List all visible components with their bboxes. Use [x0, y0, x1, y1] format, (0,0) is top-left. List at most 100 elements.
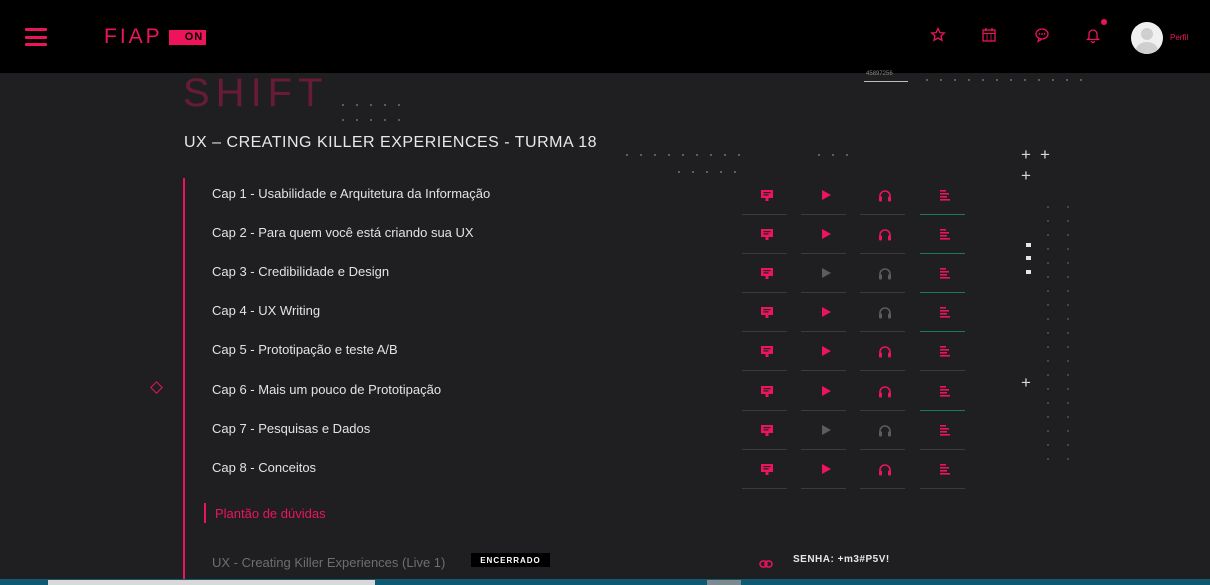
- plus-icon: +: [1021, 166, 1031, 185]
- scrollbar-thumb[interactable]: [48, 580, 375, 585]
- text-icon[interactable]: [925, 422, 965, 438]
- chapter-title[interactable]: Cap 3 - Credibilidade e Design: [212, 264, 389, 279]
- chapter-title[interactable]: Cap 7 - Pesquisas e Dados: [212, 421, 370, 436]
- text-icon[interactable]: [925, 304, 965, 320]
- play-icon[interactable]: [806, 304, 846, 320]
- live-password: SENHA: +m3#P5V!: [793, 554, 890, 565]
- slides-icon[interactable]: [747, 226, 787, 242]
- progress-line: [920, 331, 965, 332]
- plantao-marker: [204, 503, 206, 523]
- section-title: SHIFT: [183, 71, 329, 115]
- profile-label[interactable]: Perfil: [1170, 33, 1188, 42]
- progress-line: [860, 253, 905, 254]
- play-icon[interactable]: [806, 343, 846, 359]
- text-icon[interactable]: [925, 265, 965, 281]
- scrollbar-marker: [707, 580, 741, 585]
- slides-icon[interactable]: [747, 187, 787, 203]
- text-icon[interactable]: [925, 187, 965, 203]
- decor-dots: [1066, 200, 1070, 460]
- slides-icon[interactable]: [747, 383, 787, 399]
- slides-icon[interactable]: [747, 304, 787, 320]
- play-icon[interactable]: [806, 383, 846, 399]
- notification-dot: [1101, 19, 1107, 25]
- slides-icon[interactable]: [747, 343, 787, 359]
- slides-icon[interactable]: [747, 461, 787, 477]
- progress-line: [920, 370, 965, 371]
- chapter-title[interactable]: Cap 5 - Prototipação e teste A/B: [212, 342, 398, 357]
- live-title[interactable]: UX - Creating Killer Experiences (Live 1…: [212, 555, 445, 570]
- text-icon[interactable]: [925, 226, 965, 242]
- progress-line: [860, 488, 905, 489]
- logo-badge-text: ON: [184, 30, 204, 43]
- headphones-icon[interactable]: [865, 343, 905, 359]
- progress-line: [860, 370, 905, 371]
- progress-line: [742, 253, 787, 254]
- progress-line: [860, 410, 905, 411]
- fiap-on-logo[interactable]: FIAP ON: [104, 25, 207, 48]
- status-badge: ENCERRADO: [471, 553, 550, 567]
- headphones-icon[interactable]: [865, 265, 905, 281]
- decor-dots: [672, 170, 746, 174]
- avatar[interactable]: [1131, 22, 1163, 54]
- headphones-icon[interactable]: [865, 383, 905, 399]
- headphones-icon[interactable]: [865, 461, 905, 477]
- text-icon[interactable]: [925, 343, 965, 359]
- calendar-icon[interactable]: [980, 26, 998, 44]
- progress-line: [801, 292, 846, 293]
- plantao-link[interactable]: Plantão de dúvidas: [215, 506, 326, 521]
- slides-icon[interactable]: [747, 422, 787, 438]
- progress-line: [801, 449, 846, 450]
- slides-icon[interactable]: [747, 265, 787, 281]
- progress-line: [742, 410, 787, 411]
- progress-line: [860, 331, 905, 332]
- menu-icon[interactable]: [25, 28, 47, 46]
- chat-icon[interactable]: [1033, 26, 1051, 44]
- progress-line: [801, 214, 846, 215]
- play-icon[interactable]: [806, 422, 846, 438]
- link-icon[interactable]: [759, 556, 773, 568]
- chapter-title[interactable]: Cap 8 - Conceitos: [212, 460, 316, 475]
- logo-badge: ON: [168, 29, 207, 45]
- logo-text: FIAP: [104, 25, 163, 48]
- progress-line: [860, 449, 905, 450]
- progress-line: [742, 449, 787, 450]
- decor-dots: [1046, 200, 1050, 460]
- progress-line: [920, 292, 965, 293]
- timeline-line: [183, 178, 185, 585]
- decor-dots: [812, 153, 858, 157]
- progress-line: [742, 331, 787, 332]
- progress-line: [742, 214, 787, 215]
- chapter-title[interactable]: Cap 6 - Mais um pouco de Prototipação: [212, 382, 441, 397]
- text-icon[interactable]: [925, 383, 965, 399]
- text-icon[interactable]: [925, 461, 965, 477]
- progress-line: [920, 410, 965, 411]
- plus-icon: +: [1040, 145, 1050, 164]
- current-chapter-marker-icon[interactable]: [150, 381, 163, 394]
- decor-dots: [620, 153, 752, 157]
- course-title: UX – CREATING KILLER EXPERIENCES - TURMA…: [184, 134, 598, 151]
- star-icon[interactable]: [929, 26, 947, 44]
- progress-line: [742, 292, 787, 293]
- plus-icon: +: [1021, 145, 1031, 164]
- headphones-icon[interactable]: [865, 187, 905, 203]
- headphones-icon[interactable]: [865, 422, 905, 438]
- chapter-title[interactable]: Cap 1 - Usabilidade e Arquitetura da Inf…: [212, 186, 490, 201]
- decor-square: [1026, 243, 1031, 247]
- play-icon[interactable]: [806, 226, 846, 242]
- play-icon[interactable]: [806, 265, 846, 281]
- headphones-icon[interactable]: [865, 226, 905, 242]
- play-icon[interactable]: [806, 187, 846, 203]
- progress-line: [801, 253, 846, 254]
- play-icon[interactable]: [806, 461, 846, 477]
- divider: [864, 81, 908, 82]
- chapter-title[interactable]: Cap 2 - Para quem você está criando sua …: [212, 225, 474, 240]
- progress-line: [801, 331, 846, 332]
- progress-line: [860, 214, 905, 215]
- bell-icon[interactable]: [1084, 26, 1102, 44]
- progress-line: [801, 370, 846, 371]
- progress-line: [920, 449, 965, 450]
- plus-icon: +: [1021, 373, 1031, 392]
- chapter-title[interactable]: Cap 4 - UX Writing: [212, 303, 320, 318]
- headphones-icon[interactable]: [865, 304, 905, 320]
- progress-line: [801, 488, 846, 489]
